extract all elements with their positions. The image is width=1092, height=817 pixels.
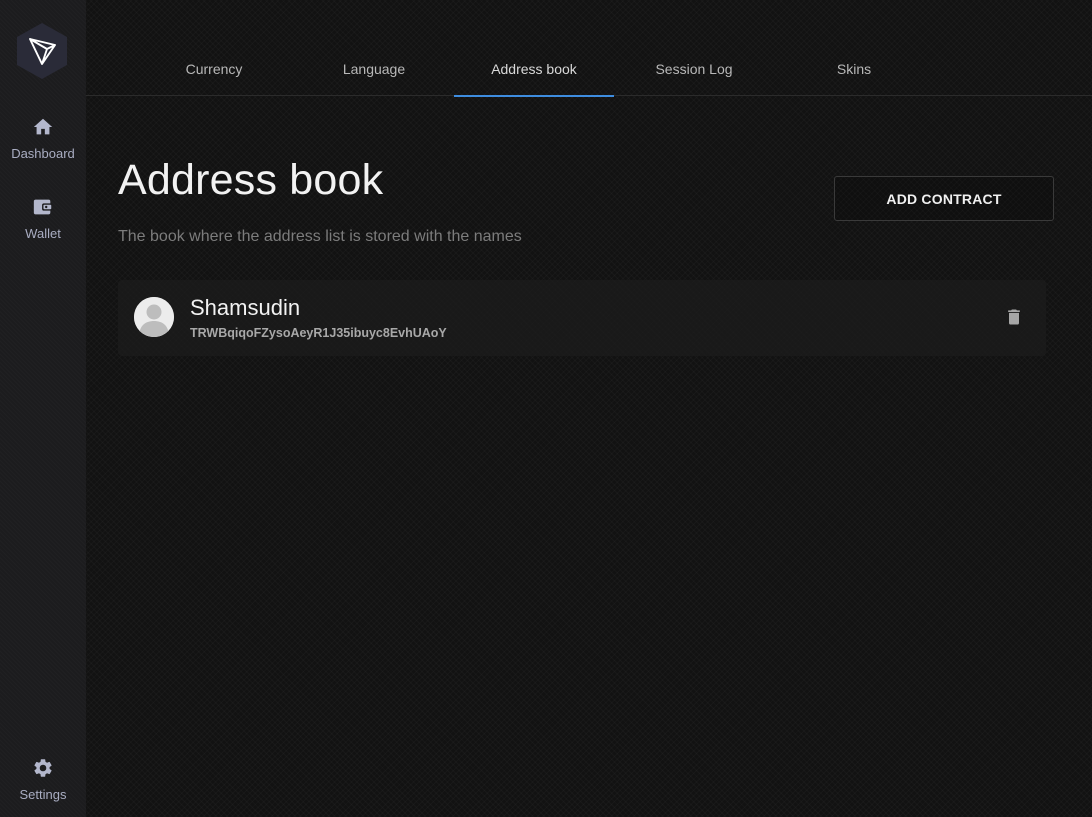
page-subtitle: The book where the address list is store… [118,228,522,245]
tab-currency[interactable]: Currency [134,44,294,95]
wallet-icon [0,196,86,218]
add-contract-button[interactable]: ADD CONTRACT [834,176,1054,221]
tron-logo-icon[interactable] [15,22,69,80]
gear-icon [0,757,86,779]
sidebar-item-label: Settings [19,787,67,802]
user-avatar-icon [134,297,174,337]
sidebar-item-label: Wallet [25,226,61,241]
contact-address: TRWBqiqoFZysoAeyR1J35ibuyc8EvhUAoY [190,326,447,340]
home-icon [0,116,86,138]
app-window: Dashboard Wallet Settings Currency Langu… [0,0,1092,817]
sidebar-item-dashboard[interactable]: Dashboard [0,116,86,161]
sidebar: Dashboard Wallet Settings [0,0,86,817]
tab-address-book[interactable]: Address book [454,44,614,97]
list-item[interactable]: Shamsudin TRWBqiqoFZysoAeyR1J35ibuyc8Evh… [118,280,1046,356]
delete-contact-button[interactable] [1002,305,1026,329]
page-title: Address book [118,156,384,204]
settings-tabs: Currency Language Address book Session L… [86,44,1092,97]
sidebar-item-wallet[interactable]: Wallet [0,196,86,241]
contact-name: Shamsudin [190,295,301,320]
sidebar-item-label: Dashboard [11,146,75,161]
sidebar-item-settings[interactable]: Settings [0,757,86,802]
main-content: Currency Language Address book Session L… [86,0,1092,817]
tab-session-log[interactable]: Session Log [614,44,774,95]
tab-language[interactable]: Language [294,44,454,95]
trash-icon [1004,307,1024,327]
tab-skins[interactable]: Skins [774,44,934,95]
